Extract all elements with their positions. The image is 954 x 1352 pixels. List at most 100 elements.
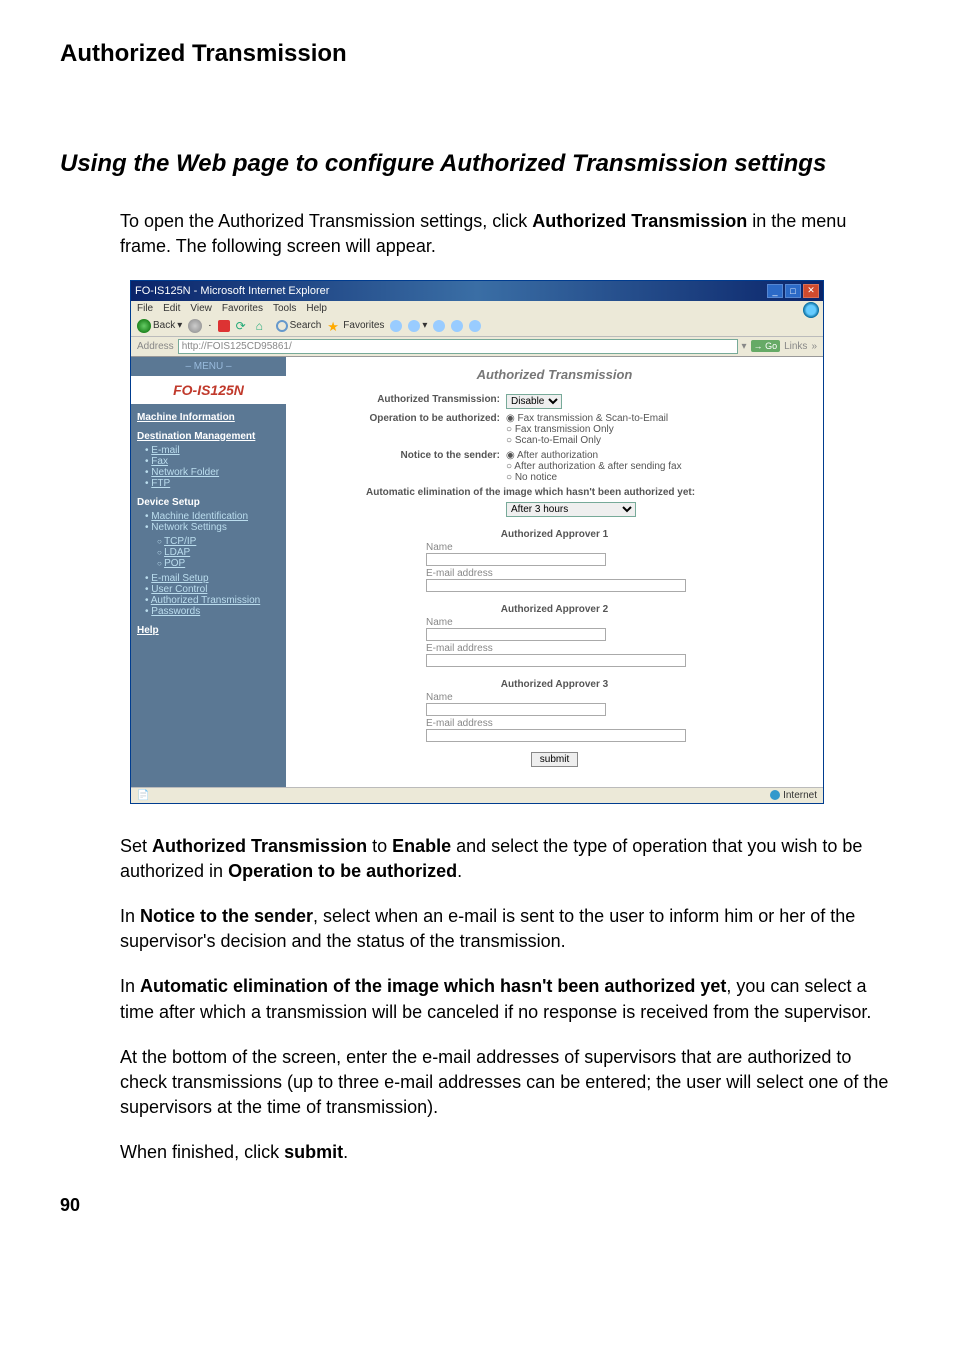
history-button[interactable] xyxy=(390,320,402,332)
forward-button[interactable] xyxy=(188,319,202,333)
ie-window: FO-IS125N - Microsoft Internet Explorer … xyxy=(130,280,824,804)
back-label: Back xyxy=(153,320,175,331)
p2-a: In xyxy=(120,906,140,926)
sidebar-item-email-setup[interactable]: E-mail Setup xyxy=(151,573,208,584)
p5-b: . xyxy=(343,1142,348,1162)
minimize-icon[interactable]: _ xyxy=(767,284,783,298)
toolbar-sep: · xyxy=(208,320,211,331)
approver-1-name-input[interactable] xyxy=(426,553,606,566)
sidebar-machine-info[interactable]: Machine Information xyxy=(137,412,280,423)
operation-opt-1[interactable]: ◉ Fax transmission & Scan-to-Email xyxy=(506,413,803,424)
notice-opt-3[interactable]: ○ No notice xyxy=(506,472,803,483)
auto-elim-select[interactable]: After 3 hours xyxy=(506,502,636,517)
favorites-button[interactable]: ★Favorites xyxy=(327,319,384,333)
sidebar-item-user-control[interactable]: User Control xyxy=(151,584,207,595)
p1-mid1: to xyxy=(367,836,392,856)
forward-icon xyxy=(188,319,202,333)
menu-help[interactable]: Help xyxy=(306,303,327,314)
prose-p2: In Notice to the sender, select when an … xyxy=(120,904,894,954)
edit-button[interactable] xyxy=(451,320,463,332)
internet-zone-icon xyxy=(770,790,780,800)
ie-address-bar: Address ▾ → Go Links » xyxy=(131,337,823,357)
sidebar-help[interactable]: Help xyxy=(137,625,280,636)
sidebar-item-email[interactable]: E-mail xyxy=(151,445,179,456)
notice-opt-2-label: After authorization & after sending fax xyxy=(514,461,681,472)
page-icon: 📄 xyxy=(137,790,149,801)
menu-file[interactable]: File xyxy=(137,303,153,314)
print-icon xyxy=(433,320,445,332)
sidebar-menu-label: – MENU – xyxy=(137,361,280,372)
print-button[interactable] xyxy=(433,320,445,332)
search-button[interactable]: Search xyxy=(276,320,322,332)
auth-trans-select[interactable]: Disable xyxy=(506,394,562,409)
sidebar-item-ftp[interactable]: FTP xyxy=(151,478,170,489)
sidebar-item-fax[interactable]: Fax xyxy=(151,456,168,467)
go-label: Go xyxy=(765,341,777,351)
ie-titlebar: FO-IS125N - Microsoft Internet Explorer … xyxy=(131,281,823,301)
auto-elim-label: Automatic elimination of the image which… xyxy=(366,487,701,498)
prose-p4: At the bottom of the screen, enter the e… xyxy=(120,1045,894,1121)
submit-button[interactable]: submit xyxy=(531,752,578,767)
stop-button[interactable] xyxy=(218,320,230,332)
sidebar-item-passwords[interactable]: Passwords xyxy=(151,606,200,617)
sidebar-item-tcpip[interactable]: TCP/IP xyxy=(164,536,196,547)
sidebar-item-machine-ident[interactable]: Machine Identification xyxy=(151,511,248,522)
operation-label: Operation to be authorized: xyxy=(306,413,506,446)
window-title: FO-IS125N - Microsoft Internet Explorer xyxy=(135,285,329,297)
sidebar-item-authorized-transmission[interactable]: Authorized Transmission xyxy=(151,595,261,606)
home-button[interactable]: ⌂ xyxy=(256,319,270,333)
approver-3-name-input[interactable] xyxy=(426,703,606,716)
prose-p5: When finished, click submit. xyxy=(120,1140,894,1165)
notice-label: Notice to the sender: xyxy=(306,450,506,483)
discuss-button[interactable] xyxy=(469,320,481,332)
sidebar-dest-mgmt[interactable]: Destination Management xyxy=(137,431,280,442)
back-icon xyxy=(137,319,151,333)
links-chevron-icon[interactable]: » xyxy=(811,341,817,352)
notice-opt-2[interactable]: ○ After authorization & after sending fa… xyxy=(506,461,803,472)
mail-button[interactable]: ▾ xyxy=(408,320,427,332)
p1-b1: Authorized Transmission xyxy=(152,836,367,856)
intro-prefix: To open the Authorized Transmission sett… xyxy=(120,211,532,231)
menu-view[interactable]: View xyxy=(190,303,212,314)
status-left: 📄 xyxy=(137,790,149,801)
notice-opt-1[interactable]: ◉ After authorization xyxy=(506,450,803,461)
p3-b1: Automatic elimination of the image which… xyxy=(140,976,726,996)
go-button[interactable]: → Go xyxy=(751,340,781,352)
mail-icon xyxy=(408,320,420,332)
discuss-icon xyxy=(469,320,481,332)
approver-1-email-label: E-mail address xyxy=(426,568,803,579)
form-heading: Authorized Transmission xyxy=(306,367,803,382)
approver-2-title: Authorized Approver 2 xyxy=(306,604,803,615)
maximize-icon[interactable]: □ xyxy=(785,284,801,298)
p2-b1: Notice to the sender xyxy=(140,906,313,926)
back-button[interactable]: Back ▾ xyxy=(137,319,182,333)
home-icon: ⌂ xyxy=(256,319,270,333)
intro-paragraph: To open the Authorized Transmission sett… xyxy=(120,209,894,259)
address-input[interactable] xyxy=(178,339,738,354)
section-title: Using the Web page to configure Authoriz… xyxy=(60,148,894,179)
sidebar-item-pop[interactable]: POP xyxy=(164,558,185,569)
auth-trans-label: Authorized Transmission: xyxy=(306,394,506,409)
approver-1-email-input[interactable] xyxy=(426,579,686,592)
address-dropdown-icon[interactable]: ▾ xyxy=(742,341,747,352)
star-icon: ★ xyxy=(327,319,341,333)
menu-edit[interactable]: Edit xyxy=(163,303,180,314)
approver-2-name-input[interactable] xyxy=(426,628,606,641)
close-icon[interactable]: ✕ xyxy=(803,284,819,298)
ie-logo-icon xyxy=(803,302,819,318)
links-label[interactable]: Links xyxy=(784,341,807,352)
approver-2-email-label: E-mail address xyxy=(426,643,803,654)
p5-a: When finished, click xyxy=(120,1142,284,1162)
menu-favorites[interactable]: Favorites xyxy=(222,303,263,314)
operation-opt-3-label: Scan-to-Email Only xyxy=(515,435,601,446)
approver-3-email-input[interactable] xyxy=(426,729,686,742)
menu-tools[interactable]: Tools xyxy=(273,303,296,314)
stop-icon xyxy=(218,320,230,332)
sidebar-item-ldap[interactable]: LDAP xyxy=(164,547,190,558)
operation-opt-2[interactable]: ○ Fax transmission Only xyxy=(506,424,803,435)
approver-2-email-input[interactable] xyxy=(426,654,686,667)
operation-opt-3[interactable]: ○ Scan-to-Email Only xyxy=(506,435,803,446)
approver-1-title: Authorized Approver 1 xyxy=(306,529,803,540)
refresh-button[interactable]: ⟳ xyxy=(236,319,250,333)
sidebar-item-network-folder[interactable]: Network Folder xyxy=(151,467,219,478)
